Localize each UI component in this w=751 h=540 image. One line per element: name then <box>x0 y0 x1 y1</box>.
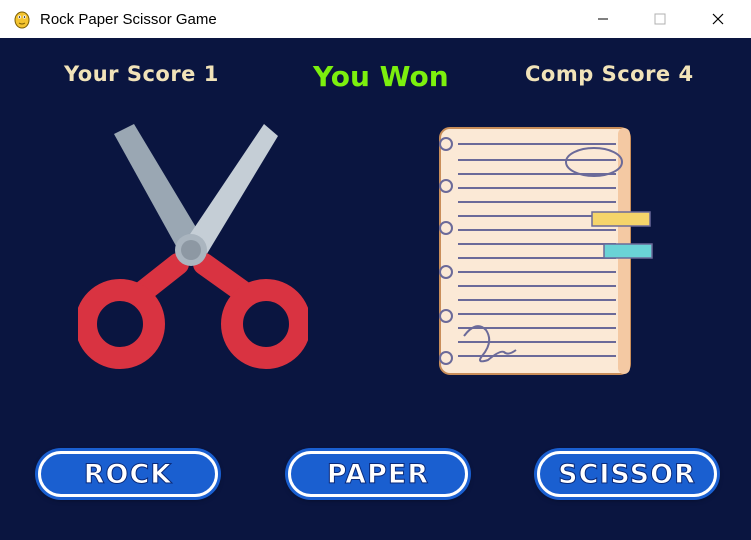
computer-score: Comp Score 4 <box>525 62 694 86</box>
scissor-button[interactable]: SCISSOR <box>537 451 717 497</box>
window-title: Rock Paper Scissor Game <box>40 10 217 28</box>
paper-notebook-image <box>439 127 653 375</box>
minimize-button[interactable] <box>580 0 626 38</box>
close-icon <box>712 13 724 25</box>
paper-button-label: PAPER <box>326 458 430 490</box>
maximize-icon <box>654 13 666 25</box>
scissors-image <box>78 124 308 369</box>
scissor-button-label: SCISSOR <box>558 458 696 490</box>
title-bar[interactable]: Rock Paper Scissor Game <box>0 0 751 38</box>
rock-button-label: ROCK <box>83 458 173 490</box>
game-area: Your Score 1 You Won Comp Score 4 ROCK P… <box>0 38 751 540</box>
close-button[interactable] <box>695 0 741 38</box>
player-score: Your Score 1 <box>64 62 219 86</box>
paper-button[interactable]: PAPER <box>288 451 468 497</box>
result-text: You Won <box>313 60 449 93</box>
game-window: Rock Paper Scissor Game Your Score 1 You… <box>0 0 751 540</box>
rock-button[interactable]: ROCK <box>38 451 218 497</box>
pygame-snake-icon <box>14 11 30 29</box>
maximize-button[interactable] <box>637 0 683 38</box>
minimize-icon <box>598 18 608 20</box>
